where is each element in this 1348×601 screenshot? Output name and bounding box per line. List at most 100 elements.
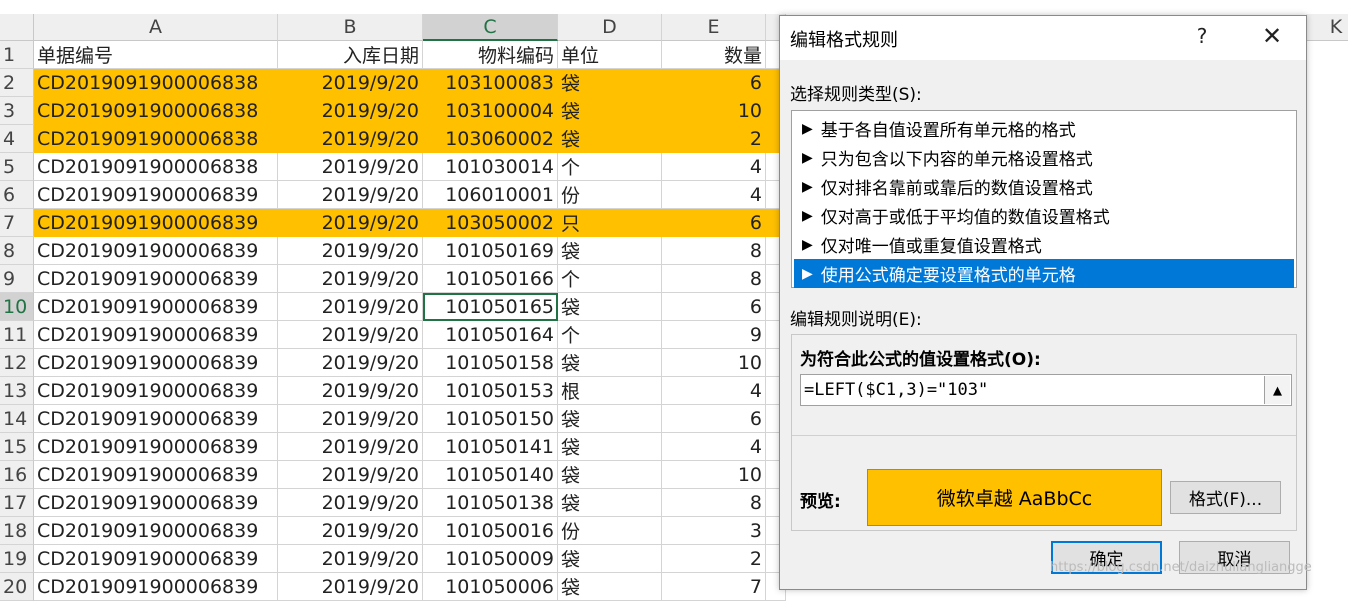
cell-c[interactable]: 101030014 <box>423 153 558 181</box>
cell-a[interactable]: CD2019091900006839 <box>34 209 278 237</box>
row-header[interactable]: 17 <box>0 489 34 517</box>
cell-b[interactable]: 2019/9/20 <box>278 321 423 349</box>
cell-e[interactable]: 4 <box>662 433 766 461</box>
cell-c[interactable]: 101050164 <box>423 321 558 349</box>
cell-a[interactable]: CD2019091900006839 <box>34 237 278 265</box>
cell-c[interactable]: 101050166 <box>423 265 558 293</box>
close-icon[interactable]: ✕ <box>1258 22 1286 50</box>
cell-b[interactable]: 2019/9/20 <box>278 573 423 601</box>
select-all-corner[interactable] <box>0 14 34 41</box>
cell-b[interactable]: 2019/9/20 <box>278 69 423 97</box>
cell-c[interactable]: 103060002 <box>423 125 558 153</box>
collapse-dialog-icon[interactable]: ▲ <box>1264 376 1290 404</box>
rule-type-item[interactable]: ▶ 使用公式确定要设置格式的单元格 <box>794 259 1294 288</box>
cell-d[interactable]: 份 <box>558 517 662 545</box>
cell-d[interactable]: 袋 <box>558 97 662 125</box>
cell-a[interactable]: CD2019091900006839 <box>34 181 278 209</box>
row-header[interactable]: 11 <box>0 321 34 349</box>
row-header[interactable]: 13 <box>0 377 34 405</box>
cell-e[interactable]: 8 <box>662 489 766 517</box>
cell-e[interactable]: 2 <box>662 545 766 573</box>
cell-e[interactable]: 3 <box>662 517 766 545</box>
column-header-a[interactable]: A <box>34 14 278 41</box>
cell-a[interactable]: CD2019091900006839 <box>34 349 278 377</box>
cell-a[interactable]: CD2019091900006839 <box>34 461 278 489</box>
cell-b[interactable]: 2019/9/20 <box>278 209 423 237</box>
cell-c[interactable]: 101050153 <box>423 377 558 405</box>
cell-d[interactable]: 个 <box>558 321 662 349</box>
cell-a[interactable]: 单据编号 <box>34 41 278 69</box>
cell-b[interactable]: 2019/9/20 <box>278 545 423 573</box>
cell-d[interactable]: 单位 <box>558 41 662 69</box>
row-header[interactable]: 14 <box>0 405 34 433</box>
cell-e[interactable]: 10 <box>662 97 766 125</box>
cell-e[interactable]: 6 <box>662 69 766 97</box>
cell-c[interactable]: 101050150 <box>423 405 558 433</box>
cell-c[interactable]: 103100004 <box>423 97 558 125</box>
row-header[interactable]: 1 <box>0 41 34 69</box>
cell-d[interactable]: 袋 <box>558 573 662 601</box>
row-header[interactable]: 8 <box>0 237 34 265</box>
cell-c[interactable]: 101050006 <box>423 573 558 601</box>
cell-e[interactable]: 10 <box>662 461 766 489</box>
row-header[interactable]: 10 <box>0 293 34 321</box>
cell-c[interactable]: 103050002 <box>423 209 558 237</box>
column-header-k[interactable]: K <box>1306 14 1348 41</box>
cell-e[interactable]: 8 <box>662 265 766 293</box>
cell-c[interactable]: 101050009 <box>423 545 558 573</box>
cell-e[interactable]: 6 <box>662 209 766 237</box>
cell-d[interactable]: 只 <box>558 209 662 237</box>
cell-d[interactable]: 个 <box>558 265 662 293</box>
cell-b[interactable]: 2019/9/20 <box>278 97 423 125</box>
column-header-c[interactable]: C <box>423 14 558 41</box>
cell-a[interactable]: CD2019091900006839 <box>34 405 278 433</box>
rule-type-item[interactable]: ▶ 仅对排名靠前或靠后的数值设置格式 <box>794 172 1294 201</box>
cell-b[interactable]: 2019/9/20 <box>278 293 423 321</box>
cell-b[interactable]: 2019/9/20 <box>278 517 423 545</box>
cell-e[interactable]: 2 <box>662 125 766 153</box>
cell-c[interactable]: 101050165 <box>423 293 558 321</box>
cell-a[interactable]: CD2019091900006839 <box>34 265 278 293</box>
cell-c[interactable]: 101050140 <box>423 461 558 489</box>
row-header[interactable]: 9 <box>0 265 34 293</box>
cell-a[interactable]: CD2019091900006838 <box>34 125 278 153</box>
column-header-d[interactable]: D <box>558 14 662 41</box>
cell-c[interactable]: 106010001 <box>423 181 558 209</box>
rule-type-item[interactable]: ▶ 基于各自值设置所有单元格的格式 <box>794 114 1294 143</box>
row-header[interactable]: 19 <box>0 545 34 573</box>
cell-b[interactable]: 2019/9/20 <box>278 377 423 405</box>
cell-c[interactable]: 101050169 <box>423 237 558 265</box>
column-header-e[interactable]: E <box>662 14 766 41</box>
cell-c[interactable]: 101050158 <box>423 349 558 377</box>
cell-e[interactable]: 数量 <box>662 41 766 69</box>
cell-a[interactable]: CD2019091900006838 <box>34 97 278 125</box>
cell-e[interactable]: 4 <box>662 377 766 405</box>
formula-input[interactable]: =LEFT($C1,3)="103" ▲ <box>800 374 1292 406</box>
cell-b[interactable]: 2019/9/20 <box>278 349 423 377</box>
cell-e[interactable]: 8 <box>662 237 766 265</box>
cell-b[interactable]: 2019/9/20 <box>278 265 423 293</box>
cell-c[interactable]: 物料编码 <box>423 41 558 69</box>
rule-type-item[interactable]: ▶ 仅对高于或低于平均值的数值设置格式 <box>794 201 1294 230</box>
cell-d[interactable]: 袋 <box>558 125 662 153</box>
format-button[interactable]: 格式(F)... <box>1170 481 1281 514</box>
cell-b[interactable]: 2019/9/20 <box>278 237 423 265</box>
row-header[interactable]: 15 <box>0 433 34 461</box>
cell-d[interactable]: 个 <box>558 153 662 181</box>
cell-e[interactable]: 7 <box>662 573 766 601</box>
cell-d[interactable]: 袋 <box>558 433 662 461</box>
row-header[interactable]: 12 <box>0 349 34 377</box>
cell-a[interactable]: CD2019091900006839 <box>34 489 278 517</box>
cell-e[interactable]: 4 <box>662 181 766 209</box>
row-header[interactable]: 7 <box>0 209 34 237</box>
cell-a[interactable]: CD2019091900006839 <box>34 545 278 573</box>
cell-e[interactable]: 4 <box>662 153 766 181</box>
cell-b[interactable]: 2019/9/20 <box>278 433 423 461</box>
rule-type-item[interactable]: ▶ 仅对唯一值或重复值设置格式 <box>794 230 1294 259</box>
help-icon[interactable]: ? <box>1190 24 1214 48</box>
cell-d[interactable]: 袋 <box>558 293 662 321</box>
cell-d[interactable]: 袋 <box>558 461 662 489</box>
row-header[interactable]: 4 <box>0 125 34 153</box>
cell-a[interactable]: CD2019091900006839 <box>34 377 278 405</box>
cell-b[interactable]: 2019/9/20 <box>278 181 423 209</box>
